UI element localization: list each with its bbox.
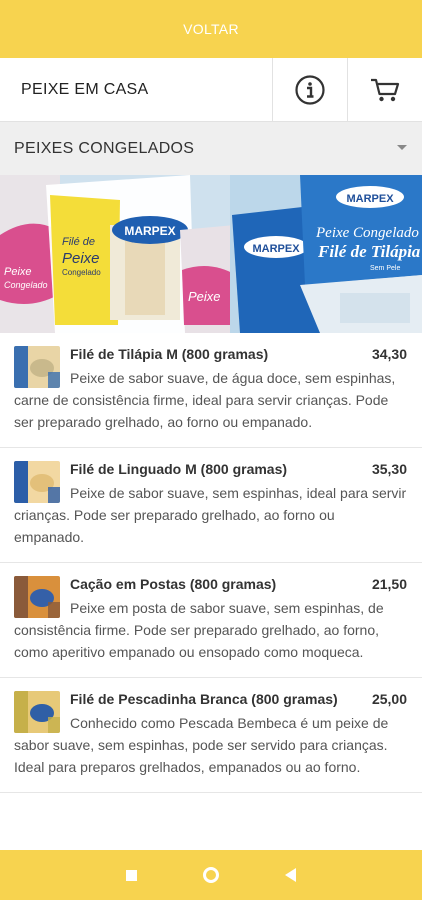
system-nav-bar: [0, 850, 422, 900]
product-thumbnail: [14, 346, 60, 388]
product-thumbnail: [14, 691, 60, 733]
shopping-cart-icon: [371, 78, 400, 102]
category-dropdown[interactable]: PEIXES CONGELADOS: [0, 122, 422, 175]
svg-text:MARPEX: MARPEX: [346, 193, 394, 205]
svg-text:Peixe: Peixe: [4, 266, 32, 278]
product-name: Cação em Postas (800 gramas): [70, 576, 277, 592]
product-price: 25,00: [371, 691, 407, 707]
recent-apps-icon[interactable]: [126, 869, 137, 881]
back-triangle-icon[interactable]: [285, 868, 296, 882]
product-name: Filé de Linguado M (800 gramas): [70, 461, 288, 477]
svg-text:Sem Pele: Sem Pele: [370, 265, 400, 272]
product-price: 34,30: [371, 346, 407, 362]
svg-text:Filé de: Filé de: [62, 236, 95, 248]
store-header: PEIXE EM CASA: [0, 58, 422, 122]
svg-text:Peixe Congelado: Peixe Congelado: [315, 225, 419, 241]
cart-button[interactable]: [347, 58, 422, 122]
svg-text:MARPEX: MARPEX: [124, 224, 175, 238]
product-description: Peixe de sabor suave, sem espinhas, idea…: [14, 485, 407, 545]
product-item[interactable]: Cação em Postas (800 gramas) 21,50 Peixe e…: [0, 563, 422, 678]
banner-image: Peixe Congelado Filé de Peixe Congelado …: [0, 175, 422, 333]
category-banner: Peixe Congelado Filé de Peixe Congelado …: [0, 175, 422, 333]
svg-text:Peixe: Peixe: [188, 289, 221, 304]
product-price: 35,30: [371, 461, 407, 477]
back-button[interactable]: VOLTAR: [183, 21, 239, 37]
chevron-down-icon: [397, 145, 407, 150]
svg-text:Peixe: Peixe: [62, 250, 100, 267]
info-button[interactable]: [272, 58, 347, 122]
product-price: 21,50: [371, 576, 407, 592]
home-icon[interactable]: [203, 867, 219, 883]
svg-text:Filé de Tilápia: Filé de Tilápia: [317, 242, 421, 261]
product-thumbnail: [14, 461, 60, 503]
store-name: PEIXE EM CASA: [21, 80, 149, 98]
product-description: Conhecido como Pescada Bembeca é um peix…: [14, 715, 389, 775]
product-description: Peixe em posta de sabor suave, sem espin…: [14, 600, 384, 660]
top-bar: VOLTAR: [0, 0, 422, 58]
svg-text:Congelado: Congelado: [62, 268, 101, 277]
product-name: Filé de Pescadinha Branca (800 gramas): [70, 691, 338, 707]
product-name: Filé de Tilápia M (800 gramas): [70, 346, 269, 362]
product-item[interactable]: Filé de Tilápia M (800 gramas) 34,30 Peixe…: [0, 333, 422, 448]
product-description: Peixe de sabor suave, de água doce, sem …: [14, 370, 396, 430]
product-list: Filé de Tilápia M (800 gramas) 34,30 Peixe…: [0, 333, 422, 850]
svg-text:MARPEX: MARPEX: [252, 243, 300, 255]
product-item[interactable]: Filé de Linguado M (800 gramas) 35,30 Peix…: [0, 448, 422, 563]
info-circle-icon: [295, 75, 325, 105]
category-selected: PEIXES CONGELADOS: [14, 139, 195, 157]
svg-text:Congelado: Congelado: [4, 280, 48, 290]
product-item[interactable]: Filé de Pescadinha Branca (800 gramas) 25…: [0, 678, 422, 793]
product-thumbnail: [14, 576, 60, 618]
